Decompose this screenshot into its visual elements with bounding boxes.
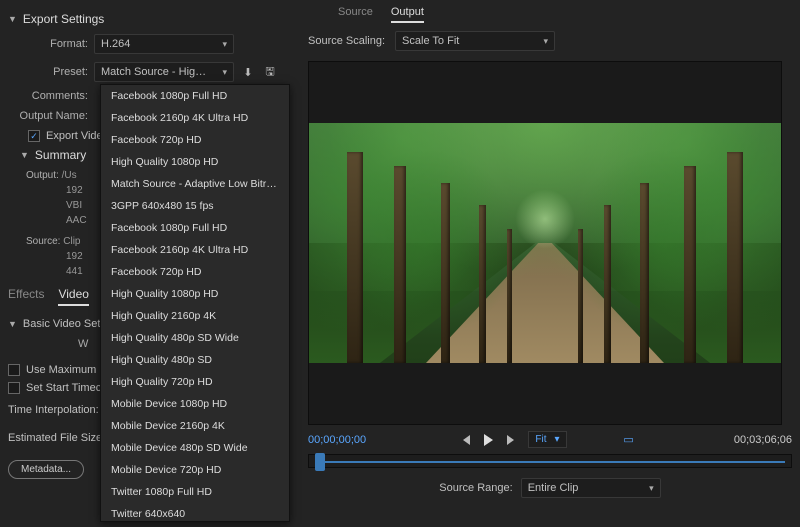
format-dropdown[interactable]: H.264 ▾ (94, 34, 234, 54)
save-preset-icon[interactable]: 🖫 (262, 64, 278, 80)
timeline-range (325, 461, 785, 463)
chevron-down-icon: ▼ (8, 14, 17, 24)
preset-menu-item[interactable]: High Quality 1080p HD (101, 283, 289, 305)
preset-menu-item[interactable]: Mobile Device 1080p HD (101, 393, 289, 415)
export-video-checkbox[interactable] (28, 130, 40, 142)
comments-label: Comments: (8, 90, 88, 102)
timeline-track[interactable] (308, 454, 792, 468)
format-row: Format: H.264 ▾ (8, 34, 282, 54)
preset-label: Preset: (8, 66, 88, 78)
preview-image (309, 123, 781, 363)
summary-output-line: VBI (66, 200, 82, 211)
chevron-down-icon: ▼ (8, 319, 17, 329)
preset-menu-item[interactable]: 3GPP 640x480 15 fps (101, 195, 289, 217)
preset-menu-item[interactable]: High Quality 480p SD (101, 349, 289, 371)
step-forward-icon[interactable] (507, 435, 514, 445)
preset-menu-item[interactable]: Match Source - Adaptive Low Bitrate (101, 173, 289, 195)
chevron-down-icon: ▼ (20, 150, 29, 160)
zoom-fit-dropdown[interactable]: Fit ▾ (528, 431, 566, 448)
export-settings-header[interactable]: ▼ Export Settings (8, 12, 282, 26)
timecode-total: 00;03;06;06 (702, 434, 792, 446)
timecode-current[interactable]: 00;00;00;00 (308, 434, 398, 446)
basic-video-label: Basic Video Setti (23, 318, 106, 330)
in-point-handle[interactable] (315, 453, 325, 471)
metadata-button[interactable]: Metadata... (8, 460, 84, 479)
source-scaling-label: Source Scaling: (308, 35, 385, 47)
playback-controls: Fit ▾ ▭ (406, 431, 694, 448)
step-back-icon[interactable] (463, 435, 470, 445)
chevron-down-icon: ▾ (222, 67, 227, 78)
summary-output-line: AAC (66, 215, 87, 226)
preset-menu-item[interactable]: Mobile Device 480p SD Wide (101, 437, 289, 459)
chevron-down-icon: ▾ (649, 483, 654, 494)
import-preset-icon[interactable]: ⬇ (240, 64, 256, 80)
est-size-label: Estimated File Size: (8, 432, 105, 444)
preset-menu-item[interactable]: Mobile Device 2160p 4K (101, 415, 289, 437)
preset-menu-item[interactable]: Facebook 1080p Full HD (101, 85, 289, 107)
preset-menu-item[interactable]: Facebook 1080p Full HD (101, 217, 289, 239)
preset-menu-item[interactable]: High Quality 1080p HD (101, 151, 289, 173)
preset-menu[interactable]: Facebook 1080p Full HDFacebook 2160p 4K … (100, 84, 290, 522)
preview-panel: Source Output Source Scaling: Scale To F… (300, 0, 800, 527)
source-range-label: Source Range: (439, 482, 512, 494)
preset-dropdown[interactable]: Match Source - High bitrate ▾ (94, 62, 234, 82)
preset-menu-item[interactable]: Twitter 640x640 (101, 503, 289, 522)
summary-output-line: /Us (62, 170, 77, 181)
preset-menu-item[interactable]: Facebook 2160p 4K Ultra HD (101, 107, 289, 129)
chevron-down-icon: ▾ (544, 36, 549, 47)
source-scaling-row: Source Scaling: Scale To Fit ▾ (308, 31, 792, 51)
preset-row: Preset: Match Source - High bitrate ▾ ⬇ … (8, 62, 282, 82)
preset-menu-item[interactable]: Facebook 720p HD (101, 129, 289, 151)
preset-menu-item[interactable]: High Quality 480p SD Wide (101, 327, 289, 349)
summary-output-line: 192 (66, 185, 83, 196)
format-value: H.264 (101, 38, 130, 50)
summary-output-label: Output: (26, 170, 59, 181)
preset-menu-item[interactable]: Facebook 720p HD (101, 261, 289, 283)
time-interp-label: Time Interpolation: (8, 404, 99, 416)
preview-tabs: Source Output (308, 6, 792, 23)
summary-source-line: 441 (66, 266, 83, 277)
tab-output[interactable]: Output (391, 6, 424, 23)
preset-value: Match Source - High bitrate (101, 66, 211, 78)
summary-source-line: Clip (63, 236, 80, 247)
preset-menu-item[interactable]: High Quality 2160p 4K (101, 305, 289, 327)
summary-source-label: Source: (26, 236, 60, 247)
tab-source[interactable]: Source (338, 6, 373, 23)
section-title: Export Settings (23, 12, 104, 26)
play-icon[interactable] (484, 434, 493, 446)
preset-menu-item[interactable]: Twitter 1080p Full HD (101, 481, 289, 503)
source-scaling-value: Scale To Fit (402, 35, 459, 47)
format-label: Format: (8, 38, 88, 50)
source-range-value: Entire Clip (528, 482, 579, 494)
output-name-label: Output Name: (8, 110, 88, 122)
set-start-checkbox[interactable] (8, 382, 20, 394)
summary-label: Summary (35, 148, 86, 162)
tab-effects[interactable]: Effects (8, 287, 44, 306)
source-scaling-dropdown[interactable]: Scale To Fit ▾ (395, 31, 555, 51)
chevron-down-icon: ▾ (222, 39, 227, 50)
preset-menu-item[interactable]: High Quality 720p HD (101, 371, 289, 393)
preview-frame (308, 61, 782, 425)
tab-video[interactable]: Video (58, 287, 88, 306)
source-range-dropdown[interactable]: Entire Clip ▾ (521, 478, 661, 498)
preset-menu-item[interactable]: Mobile Device 720p HD (101, 459, 289, 481)
aspect-icon[interactable]: ▭ (621, 432, 637, 448)
zoom-fit-label: Fit (535, 434, 546, 445)
source-range-row: Source Range: Entire Clip ▾ (308, 478, 792, 498)
chevron-down-icon: ▾ (555, 434, 560, 445)
preset-toolbar: ⬇ 🖫 (240, 64, 278, 80)
summary-source-line: 192 (66, 251, 83, 262)
preset-menu-item[interactable]: Facebook 2160p 4K Ultra HD (101, 239, 289, 261)
use-max-checkbox[interactable] (8, 364, 20, 376)
timeline-controls: 00;00;00;00 Fit ▾ ▭ 00;03;06;06 (308, 431, 792, 448)
